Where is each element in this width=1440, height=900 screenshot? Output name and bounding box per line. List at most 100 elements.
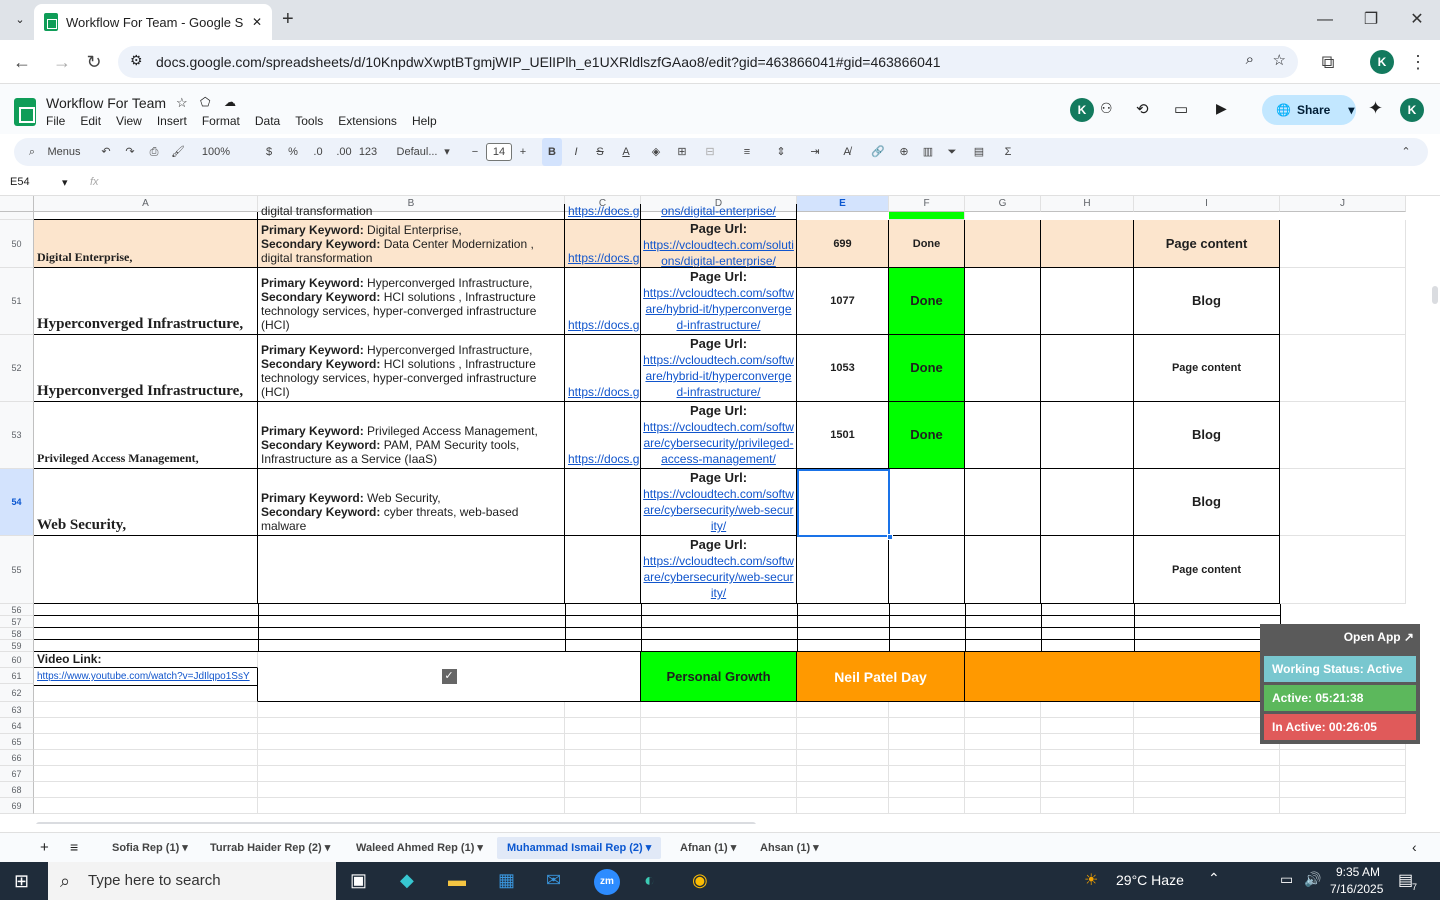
row-header-63[interactable]: 63 [0, 702, 34, 718]
empty-cell[interactable] [258, 798, 565, 814]
cell-a53[interactable]: Privileged Access Management, [34, 402, 258, 469]
cell-j55[interactable] [1280, 536, 1406, 604]
text-wrap-icon[interactable]: ⇥ [804, 138, 826, 166]
empty-cell[interactable] [797, 702, 889, 718]
cloud-status-icon[interactable]: ☁ [224, 95, 236, 109]
column-header-j[interactable]: J [1280, 196, 1406, 212]
close-tab-icon[interactable]: ✕ [252, 15, 262, 29]
menu-file[interactable]: File [46, 114, 65, 128]
open-app-button[interactable]: Open App ↗ [1344, 630, 1414, 644]
row-header-54[interactable]: 54 [0, 469, 34, 536]
empty-cell[interactable] [641, 798, 797, 814]
cell-g55[interactable] [965, 536, 1041, 604]
cell-d50[interactable]: Page Url: https://vcloudtech.com/solution… [641, 220, 797, 268]
browser-tab[interactable]: Workflow For Team - Google Sh ✕ [34, 4, 272, 40]
reload-icon[interactable]: ↻ [82, 50, 106, 74]
italic-button[interactable]: I [568, 138, 584, 166]
text-rotation-icon[interactable]: A̸ [836, 138, 858, 166]
sheets-logo-icon[interactable] [14, 98, 36, 126]
empty-cell[interactable] [1041, 766, 1134, 782]
cell-f53[interactable]: Done [889, 402, 965, 469]
cell-g53[interactable] [965, 402, 1041, 469]
empty-cell[interactable] [34, 702, 258, 718]
empty-cell[interactable] [258, 782, 565, 798]
empty-cell[interactable] [34, 750, 258, 766]
empty-cell[interactable] [258, 766, 565, 782]
column-header-e[interactable]: E [797, 196, 889, 212]
cell-a55[interactable] [34, 536, 258, 604]
increase-decimal-button[interactable]: .00 [334, 138, 354, 166]
doc-title[interactable]: Workflow For Team [46, 95, 166, 111]
empty-cell[interactable] [34, 766, 258, 782]
row-header-58[interactable]: 58 [0, 628, 34, 640]
menu-insert[interactable]: Insert [157, 114, 187, 128]
empty-cell[interactable] [258, 702, 565, 718]
account-avatar[interactable]: K [1400, 98, 1424, 122]
empty-cell[interactable] [34, 734, 258, 750]
empty-cell[interactable] [1134, 718, 1280, 734]
zoom-app-icon[interactable]: zm [594, 869, 620, 895]
neil-patel-cell[interactable]: Neil Patel Day [797, 652, 965, 702]
horizontal-align-icon[interactable]: ≡ [736, 138, 758, 166]
empty-cell[interactable] [258, 750, 565, 766]
sheet-tab-muhammad[interactable]: Muhammad Ismail Rep (2) ▾ [497, 837, 662, 859]
empty-cell[interactable] [34, 782, 258, 798]
doc-link[interactable]: https://docs.g [568, 251, 639, 265]
empty-cell[interactable] [34, 798, 258, 814]
empty-cell[interactable] [258, 734, 565, 750]
restore-button[interactable]: ❐ [1356, 8, 1386, 32]
print-icon[interactable]: ⎙ [146, 138, 162, 166]
profile-avatar[interactable]: K [1370, 50, 1394, 74]
cell-h50[interactable] [1041, 220, 1134, 268]
empty-cell[interactable] [1041, 702, 1134, 718]
url-field[interactable]: ⚙ docs.google.com/spreadsheets/d/10Knpdw… [118, 46, 1298, 78]
empty-cell[interactable] [889, 734, 965, 750]
row-header-67[interactable]: 67 [0, 766, 34, 782]
functions-button[interactable]: Σ [1000, 138, 1016, 166]
doc-link[interactable]: https://docs.g [568, 452, 639, 466]
cell-i55[interactable]: Page content [1134, 536, 1280, 604]
menu-extensions[interactable]: Extensions [338, 114, 397, 128]
cell-g54[interactable] [965, 469, 1041, 536]
cell-c52[interactable]: https://docs.g [565, 335, 641, 402]
cell-g50[interactable] [965, 220, 1041, 268]
row-header-51[interactable]: 51 [0, 268, 34, 335]
cell-d-partial[interactable]: ons/digital-enterprise/ [641, 204, 797, 220]
page-url-link[interactable]: https://vcloudtech.com/software/cybersec… [643, 487, 794, 533]
notifications-icon[interactable]: ▤ [1398, 870, 1413, 890]
cell-c51[interactable]: https://docs.g [565, 268, 641, 335]
empty-cell[interactable] [1041, 798, 1134, 814]
empty-cell[interactable] [565, 702, 641, 718]
row-header-64[interactable]: 64 [0, 718, 34, 734]
forward-icon[interactable]: → [50, 50, 74, 74]
empty-cell[interactable] [1041, 718, 1134, 734]
cell-b54[interactable]: Primary Keyword: Web Security, Secondary … [258, 469, 565, 536]
empty-cell[interactable] [641, 766, 797, 782]
collaborator-avatar[interactable]: K [1070, 98, 1094, 122]
chrome-icon[interactable]: ◉ [692, 870, 708, 891]
cell-e50[interactable]: 699 [797, 220, 889, 268]
formula-input[interactable] [110, 176, 1410, 190]
cell-c-partial-link[interactable]: https://docs.g [568, 204, 639, 218]
row-header-56[interactable]: 56 [0, 604, 34, 616]
empty-cell[interactable] [965, 718, 1041, 734]
empty-cell[interactable] [965, 734, 1041, 750]
cell-j54[interactable] [1280, 469, 1406, 536]
cell-b51[interactable]: Primary Keyword: Hyperconverged Infrastr… [258, 268, 565, 335]
back-icon[interactable]: ← [10, 50, 34, 74]
row-header-50[interactable]: 50 [0, 220, 34, 268]
store-icon[interactable]: ▦ [498, 870, 515, 891]
cell-d54[interactable]: Page Url: https://vcloudtech.com/software… [641, 469, 797, 536]
row-header-60[interactable]: 60 [0, 652, 34, 668]
row-header-61[interactable]: 61 [0, 668, 34, 684]
text-color-button[interactable]: A [618, 138, 634, 166]
sheet-tab-ahsan[interactable]: Ahsan (1) ▾ [750, 837, 829, 859]
empty-cell[interactable] [889, 782, 965, 798]
bold-button[interactable]: B [542, 138, 562, 166]
cell-d52[interactable]: Page Url: https://vcloudtech.com/software… [641, 335, 797, 402]
empty-cell[interactable] [797, 782, 889, 798]
name-box-dropdown-icon[interactable]: ▾ [62, 176, 68, 189]
page-url-link[interactable]: https://vcloudtech.com/software/hybrid-i… [643, 353, 794, 399]
cell-f-partial[interactable] [889, 212, 965, 220]
clock-date[interactable]: 7/16/2025 [1330, 882, 1383, 896]
